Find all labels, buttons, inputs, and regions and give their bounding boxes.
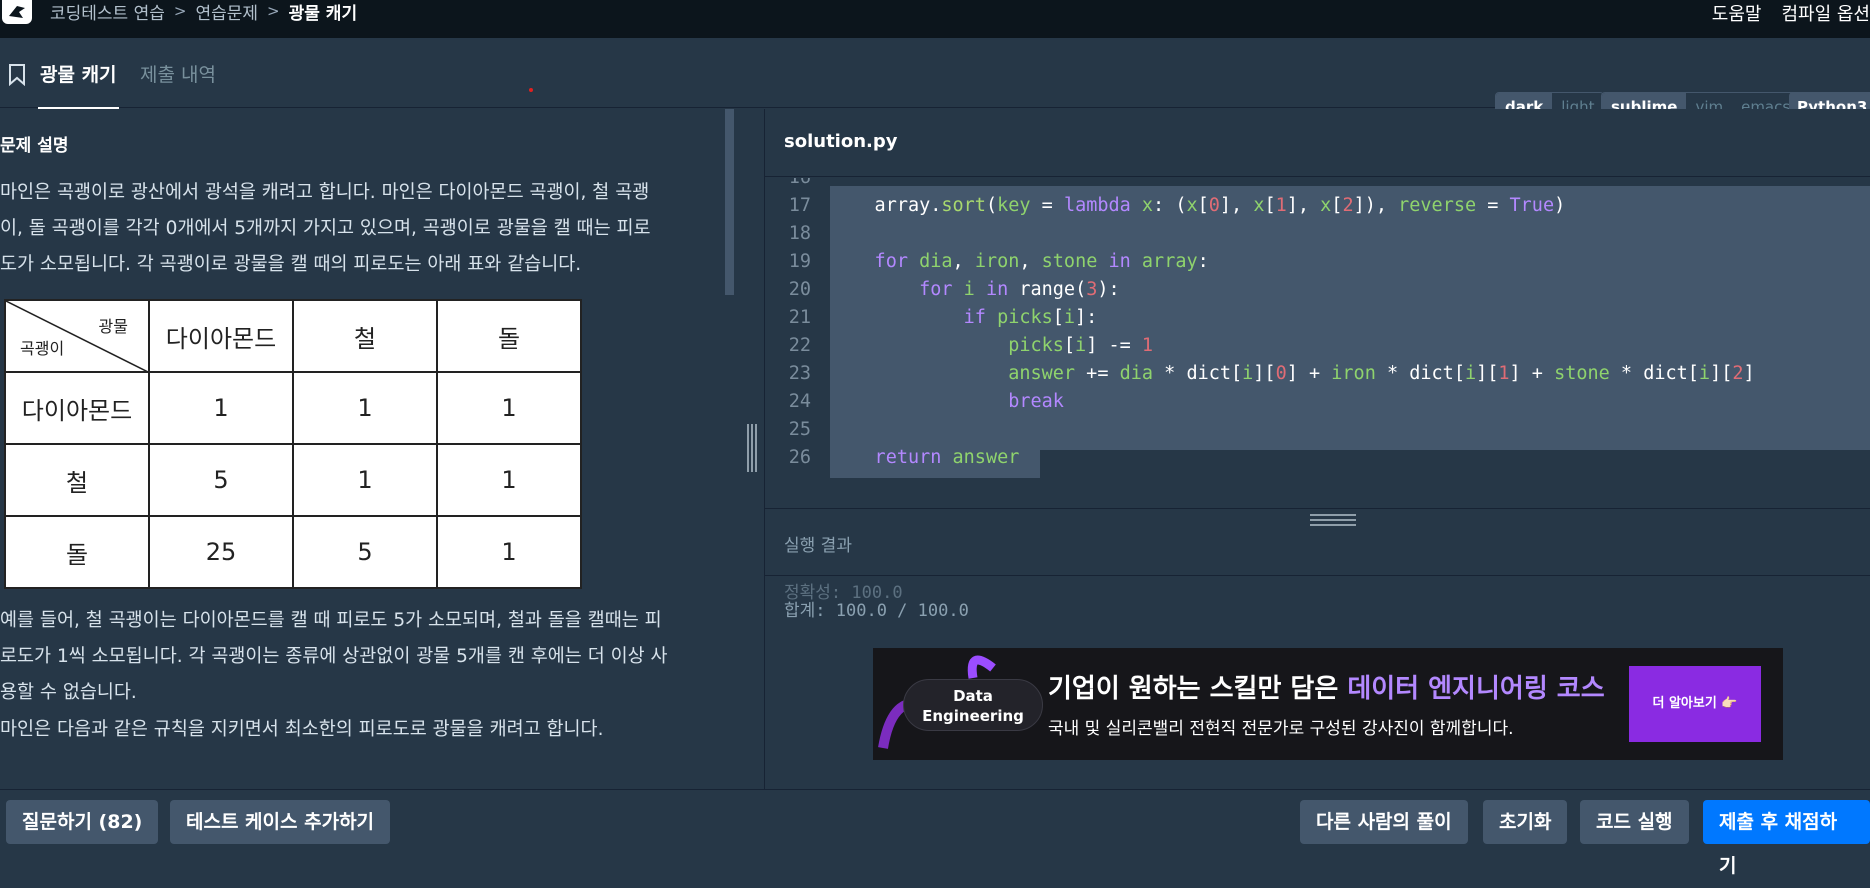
vertical-resize-handle-icon[interactable]: [746, 424, 758, 472]
table-header-cell: 다이아몬드: [148, 299, 294, 373]
breadcrumb: 코딩테스트 연습 > 연습문제 > 광물 캐기: [50, 0, 358, 24]
table-cell: 1: [292, 443, 438, 517]
corner-label-mineral: 광물: [98, 317, 128, 336]
table-row: 철 5 1 1: [4, 443, 582, 517]
table-corner-cell: 광물 곡괭이: [4, 299, 150, 373]
table-row: 돌 25 5 1: [4, 515, 582, 589]
line-number: 22: [788, 335, 811, 356]
text-line: 로도가 1씩 소모됩니다. 각 곡괭이는 종류에 상관없이 광물 5개를 캔 후…: [0, 646, 668, 667]
result-total: 합계: 100.0 / 100.0: [784, 601, 969, 621]
code-line: 16: [765, 178, 830, 192]
row-label: 철: [4, 443, 150, 517]
breadcrumb-item-practice[interactable]: 코딩테스트 연습: [50, 0, 165, 24]
table-cell: 1: [148, 371, 294, 445]
compile-options-link[interactable]: 컴파일 옵션: [1781, 0, 1870, 25]
line-number: 18: [788, 223, 811, 244]
chevron-right-icon: >: [173, 2, 187, 20]
top-navbar: 코딩테스트 연습 > 연습문제 > 광물 캐기 도움말 컴파일 옵션: [0, 0, 1870, 38]
bottom-action-bar: 질문하기 (82) 테스트 케이스 추가하기 다른 사람의 풀이 초기화 코드 …: [0, 789, 1870, 877]
corner-label-pickaxe: 곡괭이: [20, 339, 65, 358]
code-line: 21 if picks[i]:: [765, 304, 1098, 332]
problem-description-pane: 문제 설명 마인은 곡괭이로 광산에서 광석을 캐려고 합니다. 마인은 다이아…: [0, 109, 764, 789]
chevron-right-icon: >: [267, 2, 280, 20]
run-code-button[interactable]: 코드 실행: [1580, 800, 1689, 844]
table-cell: 5: [148, 443, 294, 517]
code-line: 17 array.sort(key = lambda x: (x[0], x[1…: [765, 192, 1566, 220]
reset-button[interactable]: 초기화: [1483, 800, 1568, 844]
bookmark-icon[interactable]: [8, 64, 26, 86]
programmers-logo[interactable]: [2, 0, 32, 24]
file-header: solution.py: [765, 109, 1870, 177]
help-link[interactable]: 도움말: [1712, 0, 1762, 25]
breadcrumb-item-current: 광물 캐기: [288, 3, 358, 24]
ad-learn-more-button[interactable]: 더 알아보기 👉🏻: [1629, 666, 1761, 742]
tab-problem[interactable]: 광물 캐기: [38, 60, 119, 110]
line-number: 21: [788, 307, 811, 328]
result-output: 정확성: 100.0 합계: 100.0 / 100.0: [784, 583, 969, 621]
result-line-clipped: 정확성: 100.0: [784, 583, 903, 603]
result-heading: 실행 결과: [784, 536, 852, 556]
text-line: 마인은 곡괭이로 광산에서 광석을 캐려고 합니다. 마인은 다이아몬드 곡괭이…: [0, 182, 650, 203]
fatigue-table: 광물 곡괭이 다이아몬드 철 돌 다이아몬드 1 1 1 철 5 1 1 돌 2…: [4, 299, 582, 589]
row-label: 다이아몬드: [4, 371, 150, 445]
line-number: 25: [788, 419, 811, 440]
code-line: 24 break: [765, 388, 1064, 416]
code-editor[interactable]: 16 17 array.sort(key = lambda x: (x[0], …: [765, 178, 1870, 508]
line-number: 20: [788, 279, 811, 300]
filename: solution.py: [784, 131, 898, 152]
code-line: 20 for i in range(3):: [765, 276, 1120, 304]
table-row: 다이아몬드 1 1 1: [4, 371, 582, 445]
submit-button[interactable]: 제출 후 채점하기: [1703, 800, 1870, 877]
breadcrumb-item-exercises[interactable]: 연습문제: [195, 0, 258, 24]
line-number: 23: [788, 363, 811, 384]
text-line: 용할 수 없습니다.: [0, 682, 137, 703]
ad-title-plain: 기업이 원하는 스킬만 담은: [1048, 674, 1348, 704]
add-testcase-button[interactable]: 테스트 케이스 추가하기: [170, 800, 391, 844]
code-line: 22 picks[i] -= 1: [765, 332, 1153, 360]
code-line: 18: [765, 220, 830, 248]
ad-title: 기업이 원하는 스킬만 담은 데이터 엔지니어링 코스: [1048, 668, 1605, 705]
code-line: 26 return answer: [765, 444, 1020, 472]
table-cell: 25: [148, 515, 294, 589]
top-right-links: 도움말 컴파일 옵션: [1712, 0, 1870, 25]
others-solutions-button[interactable]: 다른 사람의 풀이: [1300, 800, 1468, 844]
problem-paragraph-1: 마인은 곡괭이로 광산에서 광석을 캐려고 합니다. 마인은 다이아몬드 곡괭이…: [0, 175, 710, 283]
code-line: 23 answer += dia * dict[i][0] + iron * d…: [765, 360, 1755, 388]
ad-pill-label: Data Engineering: [903, 679, 1043, 731]
line-number: 26: [788, 447, 811, 468]
text-line: 이, 돌 곡괭이를 각각 0개에서 5개까지 가지고 있으며, 곡괭이로 광물을…: [0, 218, 651, 239]
table-cell: 1: [436, 443, 582, 517]
problem-paragraph-2: 예를 들어, 철 곡괭이는 다이아몬드를 캘 때 피로도 5가 소모되며, 철과…: [0, 603, 710, 711]
tab-submissions[interactable]: 제출 내역: [140, 60, 216, 87]
red-dot: [529, 88, 533, 92]
tab-bar: 광물 캐기 제출 내역 dark light sublime vim emacs…: [0, 38, 1870, 122]
table-header-cell: 돌: [436, 299, 582, 373]
table-cell: 5: [292, 515, 438, 589]
ad-title-highlight: 데이터 엔지니어링 코스: [1347, 674, 1605, 704]
scrollbar[interactable]: [725, 109, 734, 295]
ad-subtitle: 국내 및 실리콘밸리 전현직 전문가로 구성된 강사진이 함께합니다.: [1048, 719, 1514, 739]
problem-heading: 문제 설명: [0, 136, 69, 156]
text-line: 예를 들어, 철 곡괭이는 다이아몬드를 캘 때 피로도 5가 소모되며, 철과…: [0, 610, 662, 631]
line-number: 24: [788, 391, 811, 412]
line-number: 19: [788, 251, 811, 272]
code-line: 19 for dia, iron, stone in array:: [765, 248, 1209, 276]
line-number: 16: [765, 178, 811, 192]
line-number: 17: [788, 195, 811, 216]
result-header: 실행 결과: [765, 508, 1870, 576]
code-line: 25: [765, 416, 830, 444]
ad-banner[interactable]: Data Engineering 기업이 원하는 스킬만 담은 데이터 엔지니어…: [873, 648, 1783, 760]
table-cell: 1: [436, 371, 582, 445]
editor-pane: solution.py 16 17 array.sort(key = lambd…: [765, 109, 1870, 789]
problem-paragraph-3: 마인은 다음과 같은 규칙을 지키면서 최소한의 피로도로 광물을 캐려고 합니…: [0, 719, 604, 740]
table-cell: 1: [436, 515, 582, 589]
table-header-cell: 철: [292, 299, 438, 373]
table-cell: 1: [292, 371, 438, 445]
row-label: 돌: [4, 515, 150, 589]
text-line: 도가 소모됩니다. 각 곡괭이로 광물을 캘 때의 피로도는 아래 표와 같습니…: [0, 254, 582, 275]
ask-question-button[interactable]: 질문하기 (82): [6, 800, 159, 844]
